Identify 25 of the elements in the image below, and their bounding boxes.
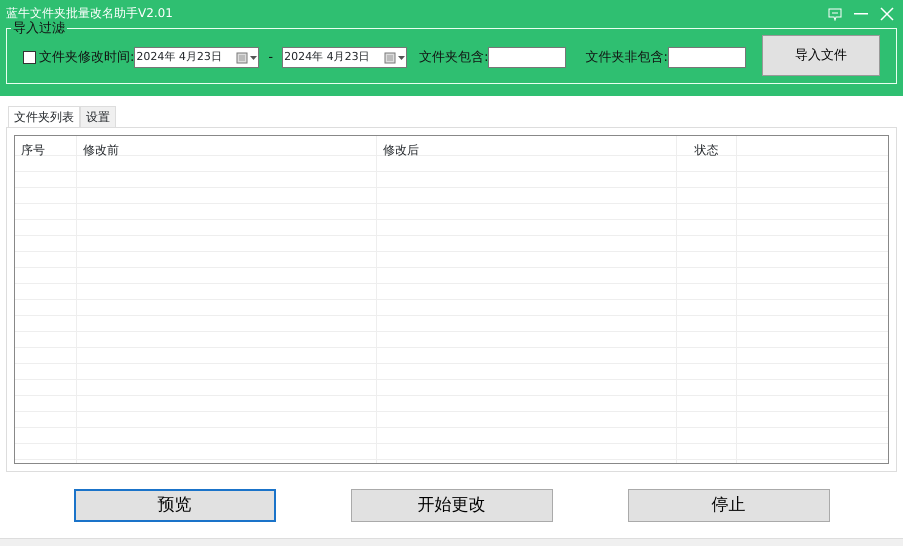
chat-icon[interactable]	[828, 8, 842, 20]
calendar-icon	[384, 52, 406, 64]
date-separator: -	[267, 48, 274, 67]
input-field[interactable]	[488, 47, 566, 68]
exclude-label: 文件夹非包含:	[585, 48, 668, 67]
date-filter-label: 文件夹修改时间:	[39, 48, 134, 67]
import-button[interactable]: 导入文件	[762, 35, 880, 76]
window-title: 蓝牛文件夹批量改名助手V2.01	[6, 5, 173, 21]
action-button[interactable]: 停止	[628, 489, 830, 522]
date-picker[interactable]: 2024年 4月23日	[134, 47, 260, 68]
column-header: 修改前	[83, 143, 119, 157]
checkbox[interactable]	[23, 51, 36, 64]
action-button[interactable]: 开始更改	[350, 489, 552, 522]
close-icon[interactable]	[880, 7, 894, 21]
tab[interactable]: 设置	[80, 106, 116, 127]
action-button[interactable]: 预览	[74, 489, 276, 522]
column-header: 状态	[694, 143, 718, 157]
include-label: 文件夹包含:	[419, 48, 488, 67]
date-picker[interactable]: 2024年 4月23日	[282, 47, 408, 68]
minimize-icon[interactable]	[854, 13, 868, 15]
tab[interactable]: 文件夹列表	[8, 106, 80, 127]
column-header: 修改后	[383, 143, 419, 157]
column-header: 序号	[21, 143, 45, 157]
input-field[interactable]	[668, 47, 746, 68]
calendar-icon	[236, 52, 258, 64]
